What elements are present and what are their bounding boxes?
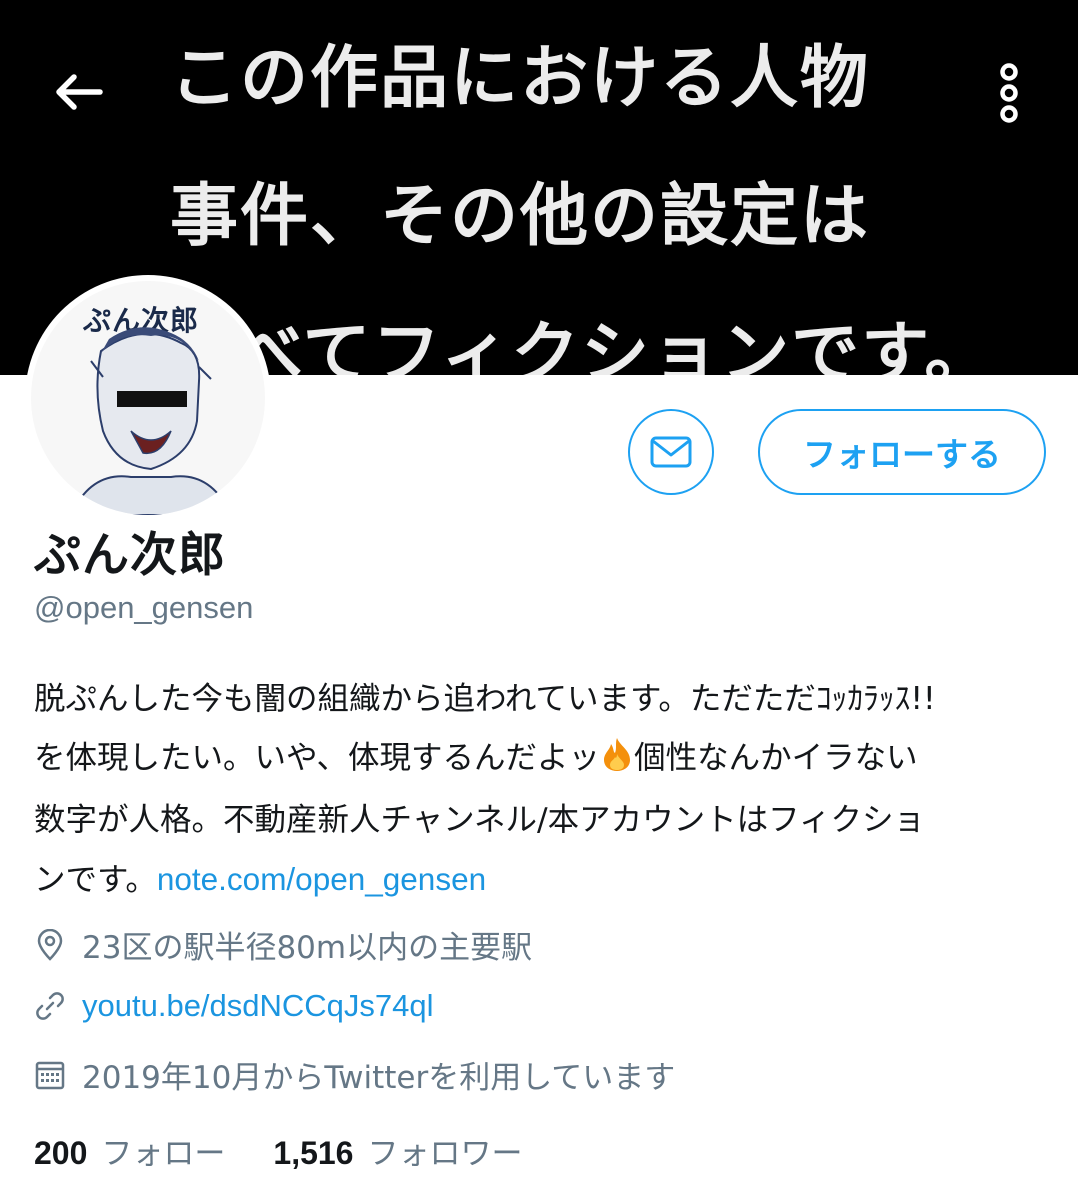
bio-line: ンです。note.com/open_gensen (34, 850, 1044, 910)
banner-text-line: この作品における人物 (170, 38, 871, 118)
user-handle: @open_gensen (34, 590, 254, 625)
profile-location: 23区の駅半径80m以内の主要駅 (34, 922, 532, 967)
bio-line: を体現したい。いや、体現するんだよッ 個性なんかイラない (34, 729, 1044, 792)
profile-url: youtu.be/dsdNCCqJs74ql (34, 988, 434, 1024)
more-vertical-icon (1000, 63, 1018, 123)
followers-count: 1,516 (273, 1135, 354, 1171)
calendar-icon (34, 1059, 66, 1091)
back-button[interactable] (48, 62, 108, 122)
message-button[interactable] (628, 409, 714, 495)
banner-text-line: 事件、その他の設定は (170, 176, 871, 256)
arrow-left-icon (56, 74, 103, 110)
following-label: フォロー (101, 1136, 226, 1172)
avatar-image: ぷん次郎 (31, 281, 265, 515)
more-options-button[interactable] (985, 60, 1033, 126)
bio-line: 脱ぷんした今も闇の組織から追われています。ただただｺｯｶﾗｯｽ!! (34, 681, 936, 717)
mail-icon (650, 436, 692, 468)
avatar[interactable]: ぷん次郎 (25, 275, 271, 521)
avatar-illustration (69, 327, 233, 515)
profile-bio: 脱ぷんした今も闇の組織から追われています。ただただｺｯｶﾗｯｽ!! を体現したい… (34, 670, 1044, 909)
followers-label: フォロワー (367, 1136, 523, 1172)
following-stat[interactable]: 200 フォロー (34, 1128, 225, 1173)
bio-link[interactable]: note.com/open_gensen (157, 861, 486, 897)
location-text: 23区の駅半径80m以内の主要駅 (82, 930, 533, 966)
bio-text: ンです。 (34, 861, 157, 898)
location-pin-icon (34, 928, 66, 961)
profile-joined: 2019年10月からTwitterを利用しています (34, 1052, 675, 1097)
fire-emoji-icon (600, 733, 634, 792)
link-icon (34, 990, 66, 1022)
followers-stat[interactable]: 1,516 フォロワー (273, 1128, 522, 1173)
bio-text: 個性なんかイラない (634, 739, 918, 776)
follow-button[interactable]: フォローする (758, 409, 1046, 495)
banner-text-line: すべてフィクションです。 (170, 314, 995, 375)
bio-text: を体現したい。いや、体現するんだよッ (34, 739, 601, 776)
bio-line: 数字が人格。不動産新人チャンネル/本アカウントはフィクショ (34, 802, 926, 838)
following-count: 200 (34, 1135, 88, 1171)
url-link[interactable]: youtu.be/dsdNCCqJs74ql (82, 988, 434, 1024)
joined-text: 2019年10月からTwitterを利用しています (82, 1060, 676, 1096)
display-name: ぷん次郎 (34, 528, 226, 583)
profile-stats: 200 フォロー 1,516 フォロワー (34, 1128, 522, 1173)
